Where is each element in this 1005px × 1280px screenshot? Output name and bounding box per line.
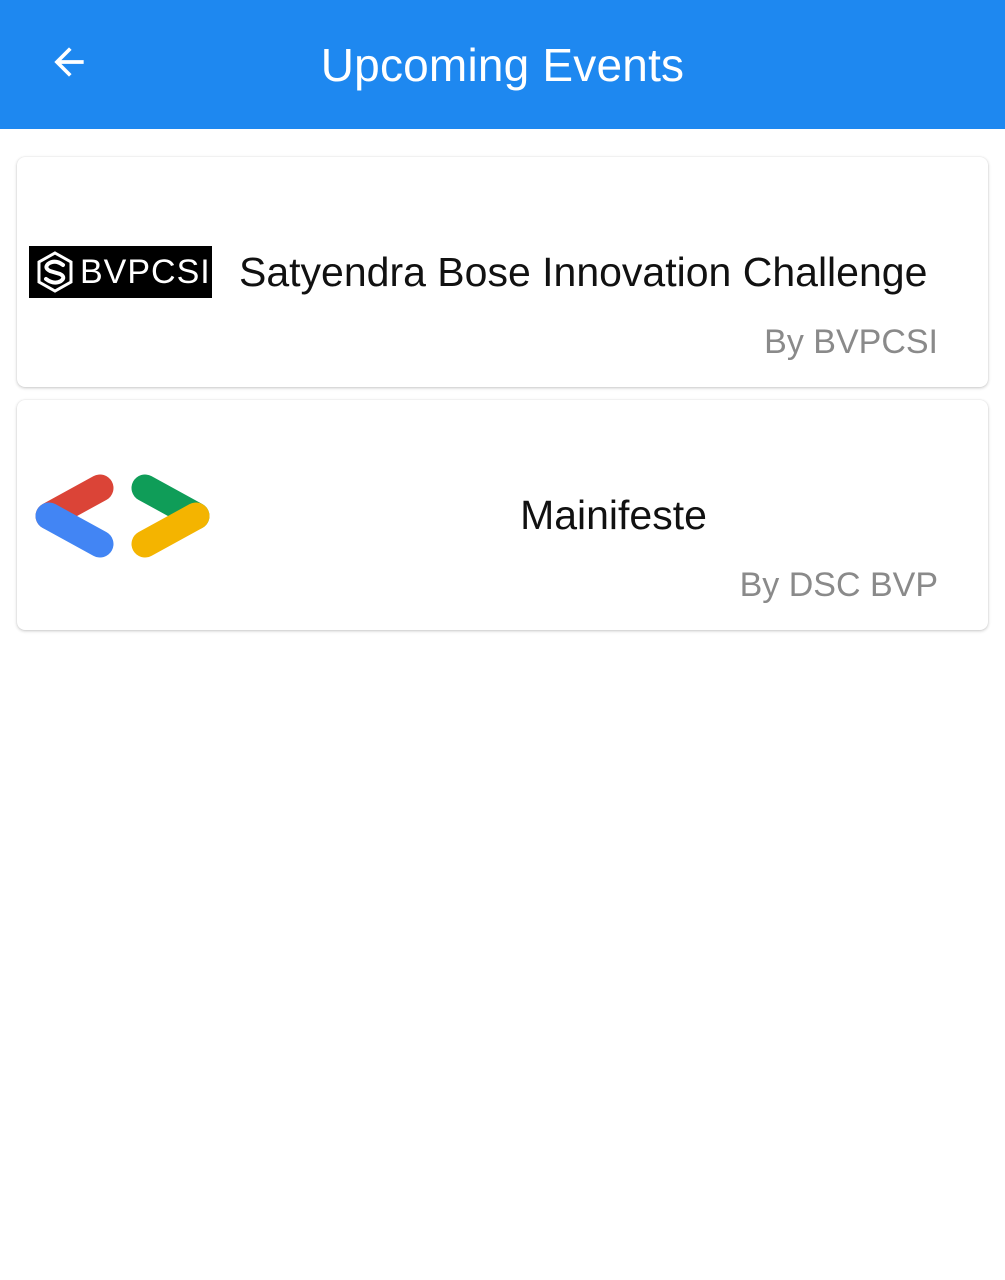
event-card-dsc[interactable]: Mainifeste By DSC BVP: [17, 400, 988, 630]
page-title: Upcoming Events: [320, 38, 685, 91]
event-organizer: By DSC BVP: [739, 566, 938, 604]
event-title: Satyendra Bose Innovation Challenge: [239, 249, 928, 295]
dsc-logo-icon: [35, 474, 210, 558]
app-bar: Upcoming Events: [0, 0, 1005, 129]
bvpcsi-logo-icon: [37, 251, 73, 293]
event-card-bvpcsi[interactable]: BVPCSI Satyendra Bose Innovation Challen…: [17, 157, 988, 387]
event-organizer: By BVPCSI: [764, 323, 938, 361]
back-button[interactable]: [28, 24, 110, 100]
arrow-left-icon: [54, 47, 84, 77]
bvpcsi-logo-text: BVPCSI: [80, 252, 211, 291]
bvpcsi-logo: BVPCSI: [29, 246, 212, 298]
events-list: BVPCSI Satyendra Bose Innovation Challen…: [17, 157, 988, 643]
event-title: Mainifeste: [520, 492, 707, 538]
